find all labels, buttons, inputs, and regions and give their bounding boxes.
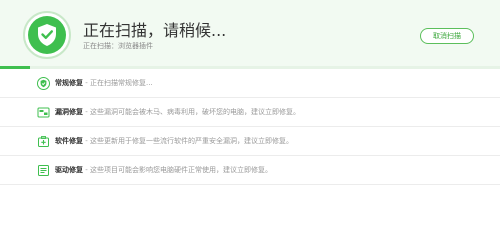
software-icon bbox=[38, 136, 49, 147]
repair-item-separator: - bbox=[83, 137, 90, 145]
repair-item-separator: - bbox=[83, 166, 90, 174]
repair-item-name: 驱动修复 bbox=[55, 166, 83, 174]
repair-item-driver[interactable]: 驱动修复 - 这些项目可能会影响您电脑硬件正常使用，建议立即修复。 bbox=[0, 156, 500, 185]
repair-item-name: 软件修复 bbox=[55, 137, 83, 145]
cancel-scan-button[interactable]: 取消扫描 bbox=[420, 28, 474, 44]
security-logo bbox=[23, 11, 71, 59]
repair-item-name: 漏洞修复 bbox=[55, 108, 83, 116]
repair-item-description: 正在扫描常规修复... bbox=[89, 79, 153, 87]
patch-icon bbox=[37, 107, 50, 118]
scan-subtitle: 正在扫描：浏览器插件 bbox=[83, 42, 153, 50]
scan-title: 正在扫描，请稍候... bbox=[83, 21, 227, 40]
scan-header: 正在扫描，请稍候... 正在扫描：浏览器插件 取消扫描 bbox=[0, 0, 500, 68]
repair-item-description: 这些漏洞可能会被木马、病毒利用，破坏您的电脑，建议立即修复。 bbox=[89, 108, 300, 116]
repair-item-vulnerability[interactable]: 漏洞修复 - 这些漏洞可能会被木马、病毒利用，破坏您的电脑，建议立即修复。 bbox=[0, 98, 500, 127]
repair-item-software[interactable]: 软件修复 - 这些更新用于修复一些流行软件的严重安全漏洞，建议立即修复。 bbox=[0, 127, 500, 156]
repair-item-general[interactable]: 常规修复 - 正在扫描常规修复... bbox=[0, 69, 500, 98]
repair-item-separator: - bbox=[83, 79, 90, 87]
driver-icon bbox=[38, 165, 49, 176]
repair-item-separator: - bbox=[83, 108, 90, 116]
shield-check-icon bbox=[38, 24, 56, 46]
repair-item-description: 这些项目可能会影响您电脑硬件正常使用，建议立即修复。 bbox=[89, 166, 272, 174]
repair-item-description: 这些更新用于修复一些流行软件的严重安全漏洞，建议立即修复。 bbox=[89, 137, 293, 145]
shield-icon bbox=[37, 77, 50, 90]
repair-item-name: 常规修复 bbox=[55, 79, 83, 87]
